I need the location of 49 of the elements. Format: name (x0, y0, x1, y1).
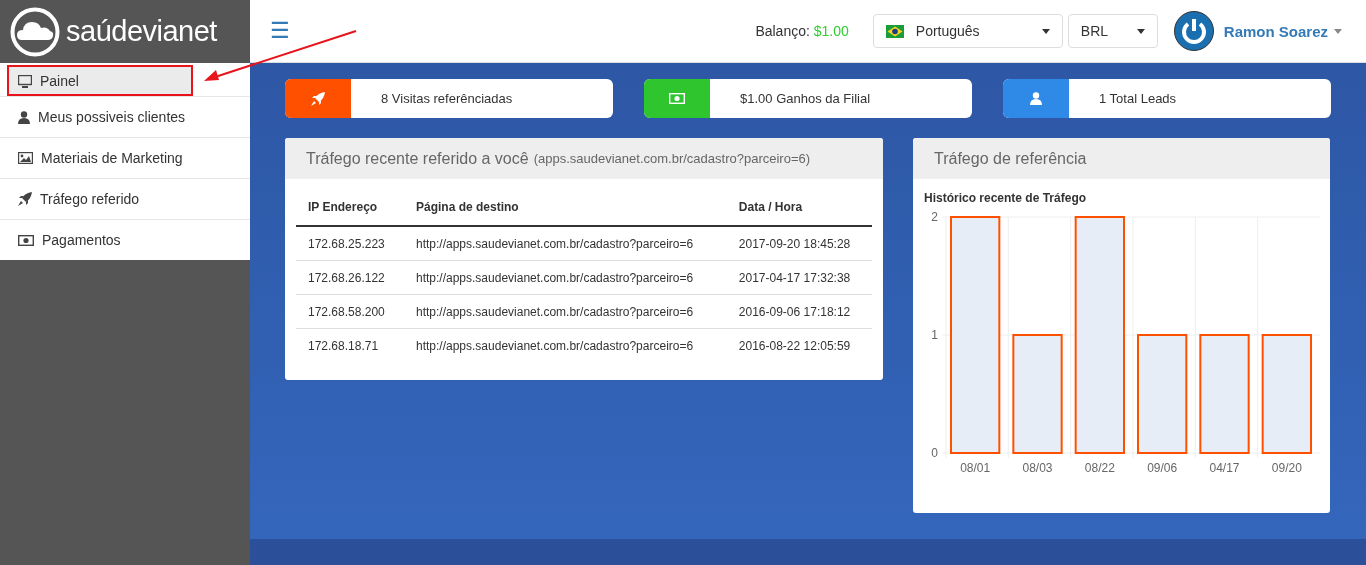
x-tick-label: 04/17 (1209, 461, 1240, 475)
x-tick-label: 08/03 (1022, 461, 1053, 475)
column-header: IP Endereço (296, 189, 404, 226)
sidebar-item[interactable]: Painel (7, 65, 193, 96)
table-cell: http://apps.saudevianet.com.br/cadastro?parceiro=6 (404, 294, 727, 329)
table-cell: 172.68.25.223 (296, 226, 404, 261)
table-cell: http://apps.saudevianet.com.br/cadastro?parceiro=6 (404, 328, 727, 362)
table-cell: 172.68.18.71 (296, 328, 404, 362)
cloud-logo-icon (10, 6, 60, 57)
monitor-icon (18, 74, 32, 88)
y-tick-label: 1 (931, 328, 938, 342)
column-header: Página de destino (404, 189, 727, 226)
table-cell: 2017-04-17 17:32:38 (726, 260, 872, 295)
balance-text: Balanço: $1.00 (755, 23, 849, 39)
stat-text: $1.00 Ganhos da Filial (739, 91, 871, 106)
x-tick-label: 08/01 (960, 461, 991, 475)
panel-subtitle: (apps.saudevianet.com.br/cadastro?parceiro=6) (533, 151, 811, 166)
table-cell: 2017-09-20 18:45:28 (726, 226, 872, 261)
rocket-icon (311, 91, 325, 106)
table-cell: 2016-09-06 17:18:12 (726, 294, 872, 329)
table-cell: 2016-08-22 12:05:59 (726, 328, 872, 362)
power-avatar-icon[interactable] (1173, 11, 1214, 51)
x-tick-label: 09/06 (1147, 461, 1178, 475)
menu-icon[interactable]: ☰ (270, 18, 290, 44)
banknote-icon (669, 93, 685, 104)
image-icon (18, 152, 33, 164)
stat-text: 1 Total Leads (1098, 91, 1177, 106)
panel-title: Tráfego de referência (934, 149, 1087, 168)
table-cell: 172.68.58.200 (296, 294, 404, 329)
chart-title: Histórico recente de Tráfego (923, 190, 1088, 207)
y-tick-label: 0 (931, 446, 938, 460)
column-header: Data / Hora (726, 189, 872, 226)
x-tick-label: 09/20 (1271, 461, 1302, 475)
panel-title: Tráfego recente referido a você (306, 149, 529, 168)
table-cell: 172.68.26.122 (296, 260, 404, 295)
user-icon (1030, 92, 1042, 105)
x-tick-label: 08/22 (1084, 461, 1115, 475)
user-menu[interactable]: Ramon Soarez (1223, 22, 1342, 40)
user-icon (18, 110, 30, 124)
language-select[interactable]: Português (872, 14, 1063, 48)
table-cell: http://apps.saudevianet.com.br/cadastro?parceiro=6 (404, 260, 727, 295)
banknote-icon (18, 234, 34, 246)
brand-name: saúdevianet (66, 15, 217, 48)
currency-select[interactable]: BRL (1067, 14, 1158, 48)
rocket-icon (18, 192, 32, 206)
y-tick-label: 2 (931, 210, 938, 224)
table-cell: http://apps.saudevianet.com.br/cadastro?parceiro=6 (404, 226, 727, 261)
flag-icon (885, 24, 904, 38)
stat-text: 8 Visitas referênciadas (380, 91, 513, 106)
